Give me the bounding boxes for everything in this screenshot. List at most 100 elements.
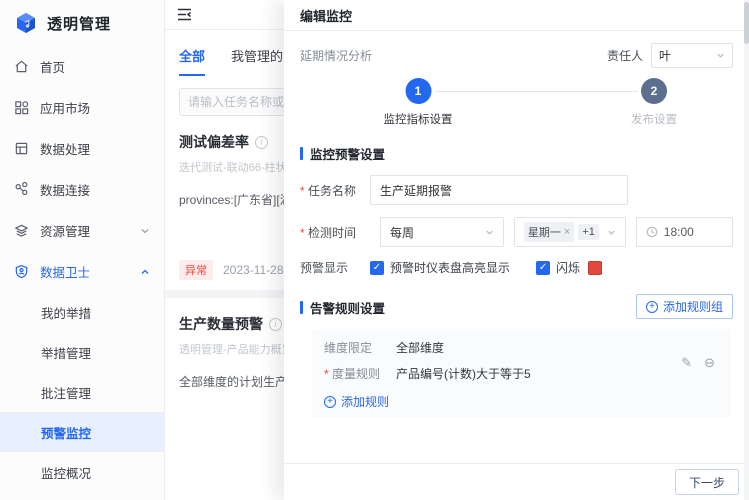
app-market-icon	[14, 100, 30, 116]
status-badge: 异常	[179, 260, 213, 280]
chevron-down-icon	[716, 51, 725, 60]
clock-icon	[646, 226, 658, 238]
measure-rule-value: 产品编号(计数)大于等于5	[396, 365, 531, 382]
plus-circle-icon: +	[646, 301, 658, 313]
sidebar-item-initiative-management[interactable]: 举措管理	[0, 332, 164, 372]
add-rule-group-button[interactable]: + 添加规则组	[636, 294, 733, 319]
sidebar: 透明管理 首页 应用市场 数据处理	[0, 0, 165, 500]
add-rule-link[interactable]: + 添加规则	[324, 393, 389, 410]
sidebar-item-label: 数据处理	[40, 139, 90, 158]
step-number: 2	[641, 78, 667, 104]
time-picker[interactable]: 18:00	[636, 217, 733, 247]
sidebar-item-home[interactable]: 首页	[0, 46, 164, 87]
layers-icon	[14, 223, 30, 239]
remove-tag-icon[interactable]: ×	[564, 226, 570, 238]
app-logo-row: 透明管理	[0, 0, 164, 46]
sidebar-item-annotation-management[interactable]: 批注管理	[0, 372, 164, 412]
step-number: 1	[405, 78, 431, 104]
edit-monitor-drawer: 编辑监控 延期情况分析 责任人 叶 1 监控指标设置 2	[284, 0, 749, 500]
next-step-button[interactable]: 下一步	[675, 469, 739, 495]
dimension-limit-value: 全部维度	[396, 339, 444, 356]
card-title: 测试偏差率	[179, 132, 249, 152]
remove-rule-icon[interactable]: ⊖	[704, 355, 715, 371]
blink-checkbox[interactable]: ✓	[536, 261, 550, 275]
data-connection-icon	[14, 182, 30, 198]
scrollbar-thumb[interactable]	[744, 2, 749, 44]
time-value: 18:00	[664, 225, 694, 239]
sidebar-item-data-connection[interactable]: 数据连接	[0, 169, 164, 210]
weekday-multiselect[interactable]: 星期一 × +1	[514, 217, 626, 247]
highlight-checkbox[interactable]: ✓	[370, 261, 384, 275]
card-title: 生产数量预警	[179, 314, 263, 334]
rule-group-card: 维度限定 全部维度 度量规则 产品编号(计数)大于等于5 ✎ ⊖ + 添加规则	[312, 329, 731, 418]
sidebar-item-label: 监控概况	[41, 463, 91, 482]
chevron-up-icon	[140, 267, 150, 277]
sidebar-item-label: 应用市场	[40, 98, 90, 117]
chevron-down-icon	[140, 226, 150, 236]
sidebar-item-label: 我的举措	[41, 303, 91, 322]
wizard-stepper: 1 监控指标设置 2 发布设置	[300, 78, 733, 136]
info-icon: i	[255, 136, 268, 149]
sidebar-item-label: 首页	[40, 57, 65, 76]
tab-managed-by-me[interactable]: 我管理的	[231, 46, 283, 76]
plus-circle-icon: +	[324, 396, 336, 408]
add-rule-group-label: 添加规则组	[663, 298, 723, 315]
sidebar-item-label: 数据卫士	[40, 262, 90, 281]
owner-label: 责任人	[607, 47, 643, 64]
step-publish-settings[interactable]: 2 发布设置	[631, 78, 677, 127]
highlight-checkbox-label: 预警时仪表盘高亮显示	[390, 259, 510, 276]
section-title-alert-settings: 监控预警设置	[310, 144, 385, 163]
sidebar-item-label: 数据连接	[40, 180, 90, 199]
chevron-down-icon	[485, 228, 494, 237]
stepper-connector	[435, 91, 638, 92]
sidebar-item-alert-monitoring[interactable]: 预警监控	[0, 412, 164, 452]
app-title: 透明管理	[47, 13, 111, 34]
sidebar-item-my-initiatives[interactable]: 我的举措	[0, 292, 164, 332]
sidebar-item-label: 资源管理	[40, 221, 90, 240]
sidebar-item-app-market[interactable]: 应用市场	[0, 87, 164, 128]
edit-rule-icon[interactable]: ✎	[681, 355, 692, 371]
home-icon	[14, 59, 30, 75]
alert-display-label: 预警显示	[300, 259, 370, 276]
analysis-name: 延期情况分析	[300, 47, 372, 64]
step-label: 发布设置	[631, 111, 677, 127]
section-accent-bar	[300, 147, 303, 160]
section-title-rule-settings: 告警规则设置	[310, 298, 385, 317]
sidebar-item-label: 预警监控	[41, 423, 91, 442]
owner-select[interactable]: 叶	[651, 43, 733, 68]
sidebar-item-label: 批注管理	[41, 383, 91, 402]
step-monitor-settings[interactable]: 1 监控指标设置	[384, 78, 453, 127]
dimension-limit-label: 维度限定	[324, 339, 396, 356]
step-label: 监控指标设置	[384, 111, 453, 127]
measure-rule-label: 度量规则	[324, 365, 396, 382]
sidebar-item-label: 举措管理	[41, 343, 91, 362]
task-name-input[interactable]	[370, 175, 628, 205]
data-processing-icon	[14, 141, 30, 157]
weekday-tag-label: 星期一	[528, 224, 561, 240]
card-date: 2023-11-28 1	[223, 263, 294, 277]
sidebar-item-monitoring-overview[interactable]: 监控概况	[0, 452, 164, 492]
add-rule-label: 添加规则	[341, 393, 389, 410]
drawer-footer: 下一步	[284, 463, 749, 500]
shield-icon	[14, 264, 30, 280]
blink-checkbox-label: 闪烁	[556, 259, 580, 276]
alert-color-swatch[interactable]	[588, 261, 602, 275]
sidebar-item-data-processing[interactable]: 数据处理	[0, 128, 164, 169]
section-accent-bar	[300, 301, 303, 314]
frequency-value: 每周	[390, 224, 414, 241]
more-tags-count: +1	[578, 224, 599, 240]
detect-time-label: 检测时间	[300, 224, 370, 241]
app-logo-cube-icon	[14, 11, 38, 35]
drawer-title: 编辑监控	[284, 0, 749, 31]
frequency-select[interactable]: 每周	[380, 217, 504, 247]
scrollbar-track[interactable]	[744, 0, 749, 500]
drawer-body: 延期情况分析 责任人 叶 1 监控指标设置 2 发布设置	[284, 31, 749, 463]
owner-select-value: 叶	[659, 47, 671, 64]
collapse-sidebar-icon[interactable]	[177, 8, 192, 21]
sidebar-item-data-guardian[interactable]: 数据卫士	[0, 251, 164, 292]
tab-all[interactable]: 全部	[179, 46, 205, 76]
info-icon: i	[269, 318, 282, 331]
sidebar-item-resource-management[interactable]: 资源管理	[0, 210, 164, 251]
weekday-tag: 星期一 ×	[524, 222, 574, 242]
chevron-down-icon	[607, 228, 616, 237]
